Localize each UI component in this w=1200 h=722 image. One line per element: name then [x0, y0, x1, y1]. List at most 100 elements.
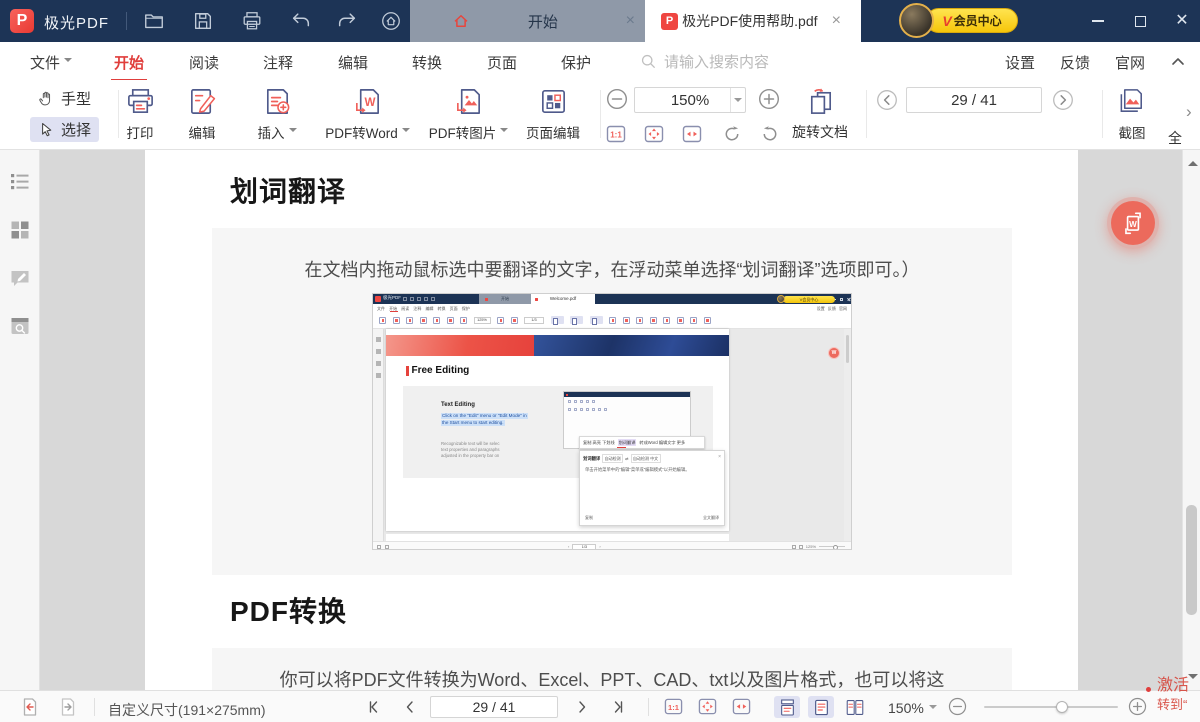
statusbar-divider [648, 698, 649, 716]
collapse-ribbon-icon[interactable] [1170, 54, 1186, 70]
member-center-label: 会员中心 [954, 12, 1002, 29]
menu-website[interactable]: 官网 [1115, 52, 1145, 73]
toolbar-divider [600, 90, 601, 138]
search-input[interactable]: 请输入搜索内容 [640, 51, 769, 72]
fit-page-icon[interactable] [698, 697, 718, 717]
fit-width-icon[interactable] [732, 697, 752, 717]
close-button[interactable]: ✕ [1174, 13, 1190, 29]
mini-translate-panel: 划词翻译自动检测⇄自动检测 中文 × 单击开始菜单中的“编辑”菜单或“编辑模式”… [579, 450, 725, 526]
zoom-slider-thumb[interactable] [1056, 701, 1068, 713]
fit-width-icon[interactable] [682, 124, 702, 144]
insert-button[interactable]: 插入 [246, 85, 308, 145]
tab-home[interactable]: 开始 × [410, 0, 645, 42]
tab-document-close-icon[interactable]: × [822, 12, 851, 30]
menu-start[interactable]: 开始 [114, 52, 144, 73]
print-button[interactable]: 打印 [109, 85, 171, 145]
hand-icon [38, 90, 55, 107]
menu-settings[interactable]: 设置 [1005, 52, 1035, 73]
page-edit-button[interactable]: 页面编辑 [518, 85, 588, 145]
next-page-icon[interactable] [574, 699, 590, 715]
word-convert-icon [1111, 201, 1155, 245]
menu-edit[interactable]: 编辑 [338, 52, 368, 73]
minimize-button[interactable] [1090, 13, 1106, 29]
menu-page[interactable]: 页面 [487, 52, 517, 73]
fullscreen-button-clipped[interactable]: 全 [1168, 128, 1182, 148]
mini-sidebar [373, 329, 384, 541]
double-page-view-icon[interactable] [842, 696, 868, 718]
hand-tool-button[interactable]: 手型 [30, 86, 99, 111]
statusbar-page-input[interactable]: 29 / 41 [430, 696, 558, 718]
fit-page-icon[interactable] [644, 124, 664, 144]
tab-document[interactable]: P 极光PDF使用帮助.pdf × [645, 0, 861, 42]
menu-read[interactable]: 阅读 [189, 52, 219, 73]
menu-convert[interactable]: 转换 [412, 52, 442, 73]
save-icon[interactable] [192, 10, 214, 32]
continuous-view-icon[interactable] [774, 696, 800, 718]
thumbnails-panel-icon[interactable] [9, 219, 31, 241]
pdf-to-image-button[interactable]: PDF转图片 [421, 85, 516, 145]
search-panel-icon[interactable] [9, 315, 31, 337]
next-view-icon[interactable] [58, 697, 78, 717]
bookmarks-panel-icon[interactable] [9, 171, 31, 193]
open-file-icon[interactable] [143, 10, 165, 32]
undo-icon[interactable] [290, 10, 312, 32]
maximize-button[interactable] [1132, 13, 1148, 29]
zoom-out-icon[interactable] [606, 88, 628, 110]
last-page-icon[interactable] [610, 699, 626, 715]
first-page-icon[interactable] [366, 699, 382, 715]
actual-size-icon[interactable] [664, 697, 684, 717]
rotate-left-icon[interactable] [722, 124, 742, 144]
select-tool-button[interactable]: 选择 [30, 117, 99, 142]
member-center-button[interactable]: V 会员中心 [926, 8, 1018, 33]
actual-size-icon[interactable] [606, 124, 626, 144]
previous-view-icon[interactable] [20, 697, 40, 717]
search-icon [640, 53, 657, 70]
next-page-icon[interactable] [1052, 89, 1074, 111]
scrollbar-thumb[interactable] [1186, 505, 1197, 615]
rotate-right-icon[interactable] [760, 124, 780, 144]
toolbar-overflow-icon[interactable]: › [1186, 102, 1192, 122]
page-number-input[interactable]: 29 / 41 [906, 87, 1042, 113]
menu-annotate[interactable]: 注释 [263, 52, 293, 73]
zoom-level-input[interactable]: 150% [634, 87, 746, 113]
previous-page-icon[interactable] [876, 89, 898, 111]
app-window: P 极光PDF 开始 × P 极光PDF使用帮助.pdf × V 会员中心 ✕ [0, 0, 1200, 722]
vertical-scrollbar[interactable] [1182, 150, 1200, 690]
mini-heading: Free Editing [412, 365, 470, 376]
chevron-down-icon [734, 98, 742, 106]
mini-statusbar: ‹1/3› 125% [373, 541, 852, 550]
rotate-document-button[interactable]: 旋转文档 [786, 85, 854, 145]
user-avatar[interactable] [899, 3, 934, 38]
zoom-in-icon[interactable] [1128, 697, 1148, 717]
zoom-dropdown[interactable] [730, 88, 745, 112]
menu-file[interactable]: 文件 [30, 52, 72, 73]
toolbar: 手型 选择 打印 编辑 插入 PDF转Word PDF转图片 页面 [0, 80, 1200, 150]
print-icon[interactable] [241, 10, 263, 32]
annotations-panel-icon[interactable] [9, 267, 31, 289]
doc-paragraph-convert: 你可以将PDF文件转换为Word、Excel、PPT、CAD、txt以及图片格式… [212, 666, 1012, 690]
home-icon[interactable] [380, 10, 402, 32]
statusbar-zoom-dropdown[interactable]: 150% [888, 700, 937, 716]
mini-menubar: 文件 开始 阅读 注释 编辑 转换 页面 保护 设置 反馈 官网 [373, 304, 852, 312]
single-page-view-icon[interactable] [808, 696, 834, 718]
menu-protect[interactable]: 保护 [561, 52, 591, 73]
doc-heading-convert: PDF转换 [230, 590, 347, 630]
zoom-slider-track[interactable] [984, 706, 1118, 708]
page-grid-icon [538, 86, 569, 117]
screenshot-button[interactable]: 截图 [1108, 85, 1156, 145]
tab-home-close-icon[interactable]: × [616, 12, 645, 30]
tab-home-label: 开始 [470, 11, 616, 32]
home-tab-icon [452, 12, 470, 30]
redo-icon[interactable] [336, 10, 358, 32]
edit-button[interactable]: 编辑 [171, 85, 233, 145]
mini-float-button: W [828, 347, 840, 359]
pdf-to-word-button[interactable]: PDF转Word [320, 85, 415, 145]
zoom-out-icon[interactable] [948, 697, 968, 717]
zoom-in-icon[interactable] [758, 88, 780, 110]
pdf-to-word-float-button[interactable] [1107, 197, 1159, 249]
mini-titlebar-icons [403, 297, 435, 301]
previous-page-icon[interactable] [402, 699, 418, 715]
app-logo: P [10, 9, 34, 33]
scroll-up-icon[interactable] [1188, 156, 1198, 166]
menu-feedback[interactable]: 反馈 [1060, 52, 1090, 73]
